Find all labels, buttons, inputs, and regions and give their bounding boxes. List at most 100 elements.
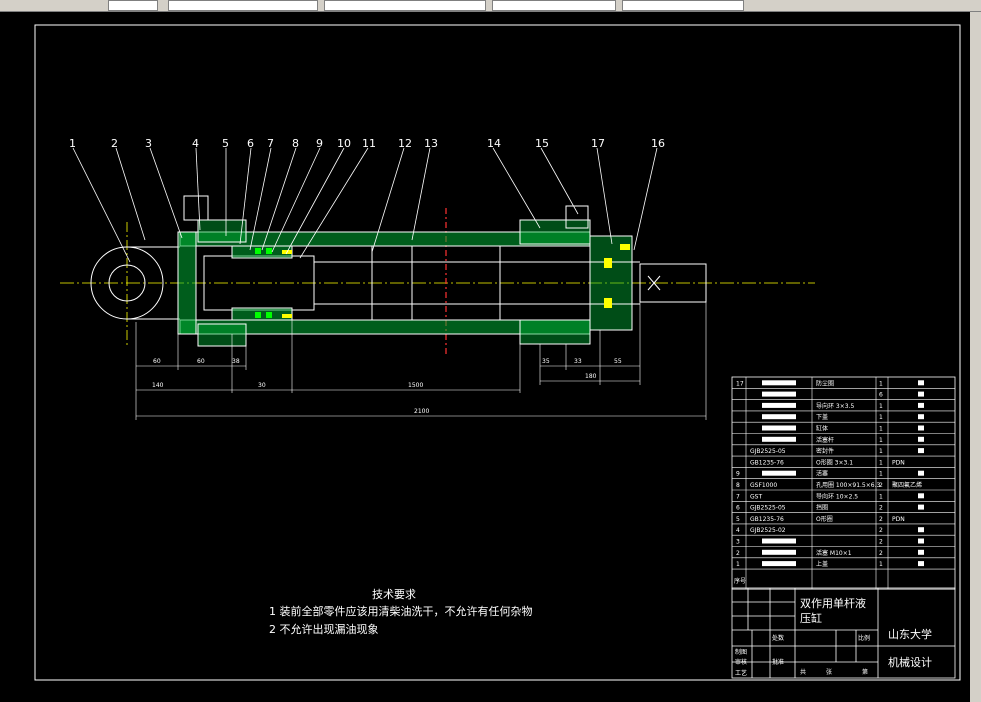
bom-cell-qty: 1	[879, 459, 883, 466]
bom-cell-name: 活塞杆	[816, 436, 834, 444]
bom-code-block	[762, 425, 796, 431]
title-block-text: 双作用单杆液 压缸 山东大学 机械设计 制图 审核 工艺 批准 处数 比例 共 …	[735, 596, 932, 677]
bom-cell-name: 活塞	[816, 470, 828, 478]
bom-mat-block	[918, 402, 924, 408]
bom-mat-block	[918, 527, 924, 533]
bom-cell-qty: 2	[879, 516, 883, 523]
course-name: 机械设计	[888, 655, 932, 669]
bom-cell-qty: 2	[879, 550, 883, 557]
bom-mat-block	[918, 538, 924, 544]
bom-cell-code: GJB2525-02	[750, 527, 786, 534]
label-gongyi: 工艺	[735, 669, 747, 677]
bom-mat-block	[918, 425, 924, 431]
bom-cell-qty: 1	[879, 471, 883, 478]
bom-code-block	[762, 380, 796, 386]
bom-code-block	[762, 470, 796, 476]
layer-dropdown[interactable]	[108, 0, 158, 11]
dim-60b: 60	[197, 358, 205, 365]
scrollbar-strip[interactable]	[970, 12, 981, 702]
bom-cell-qty: 1	[879, 426, 883, 433]
balloon-11: 11	[362, 137, 376, 150]
dim-30: 30	[258, 382, 266, 389]
bom-cell-name: 挡圈	[816, 504, 828, 512]
bom-mat-block	[918, 391, 924, 397]
bom-cell-name: 活塞 M10×1	[816, 549, 852, 557]
bom-cell-no: 6	[736, 505, 740, 512]
bom-cell-name: 孔用圈 100×91.5×6.3	[816, 481, 880, 489]
dim-60a: 60	[153, 358, 161, 365]
bom-cell-code: GJB2525-05	[750, 505, 786, 512]
bom-mat-block	[918, 380, 924, 386]
balloon-17: 17	[591, 137, 605, 150]
bom-code-block	[762, 436, 796, 442]
balloon-8: 8	[292, 137, 299, 150]
bom-mat-block	[918, 493, 924, 499]
bom-cell-no: 5	[736, 516, 740, 523]
bom-cell-code: GB1235-76	[750, 459, 784, 466]
university-name: 山东大学	[888, 627, 932, 641]
dim-1500: 1500	[408, 382, 423, 389]
plotstyle-dropdown[interactable]	[622, 0, 744, 11]
label-di: 第	[862, 668, 868, 676]
bom-mat-block	[918, 549, 924, 555]
dim-55: 55	[614, 358, 622, 365]
lineweight-dropdown[interactable]	[492, 0, 616, 11]
drawing-title-line1: 双作用单杆液	[800, 596, 866, 610]
bom-cell-no: 7	[736, 493, 740, 500]
bom-cell-name: O形圈	[816, 515, 833, 523]
bom-cell-qty: 1	[879, 380, 883, 387]
bom-cell-mat: PDN	[892, 459, 905, 466]
bom-cell-name: 缸体	[816, 425, 828, 433]
bom-cell-qty: 1	[879, 561, 883, 568]
bom-mat-block	[918, 470, 924, 476]
bom-cell-qty: 1	[879, 403, 883, 410]
bom-cell-no: 8	[736, 482, 740, 489]
technical-requirements: 技术要求 1 装前全部零件应该用清柴油洗干，不允许有任何杂物 2 不允许出现漏油…	[269, 588, 533, 636]
bom-mat-block	[918, 504, 924, 510]
label-shenhe: 审核	[735, 658, 747, 666]
dim-33: 33	[574, 358, 582, 365]
label-zhong: 共	[800, 668, 806, 676]
balloon-15: 15	[535, 137, 549, 150]
bom-cell-name: 上盖	[816, 560, 828, 568]
balloon-16: 16	[651, 137, 665, 150]
balloon-14: 14	[487, 137, 501, 150]
bom-cell-no: 17	[736, 380, 744, 387]
seals	[255, 244, 630, 318]
balloon-10: 10	[337, 137, 351, 150]
bom-mat-block	[918, 414, 924, 420]
bom-cell-name: 防尘圈	[816, 379, 834, 387]
color-dropdown[interactable]	[168, 0, 318, 11]
balloon-1: 1	[69, 137, 76, 150]
tech-req-title: 技术要求	[372, 588, 416, 601]
balloon-2: 2	[111, 137, 118, 150]
bom-cell-name: O形圈 3×3.1	[816, 458, 853, 466]
tech-req-item-2: 2 不允许出现漏油现象	[269, 622, 379, 636]
drawing-title-line2: 压缸	[800, 611, 822, 625]
label-pizhun: 批准	[772, 658, 784, 666]
label-bili: 比例	[858, 634, 870, 642]
bom-cell-qty: 1	[879, 437, 883, 444]
balloon-3: 3	[145, 137, 152, 150]
bom-cell-qty: 2	[879, 539, 883, 546]
dim-140: 140	[152, 382, 164, 389]
bom-code-block	[762, 391, 796, 397]
bom-cell-name: 导向环 3×3.5	[816, 402, 854, 410]
bom-cell-no: 3	[736, 539, 740, 546]
bom-cell-name: 密封件	[816, 447, 834, 455]
bom-table: 17 防尘圈 16导向环 3×3.5 1下盖 1缸体 1活塞杆 1GJB2525-05 密封件…	[731, 376, 956, 590]
bom-code-block	[762, 414, 796, 420]
bom-cell-qty: 2	[879, 527, 883, 534]
bom-cell-mat: 聚四氟乙烯	[892, 481, 922, 489]
bom-mat-block	[918, 561, 924, 567]
dim-38: 38	[232, 358, 240, 365]
bom-cell-qty: 2	[879, 482, 883, 489]
balloon-9: 9	[316, 137, 323, 150]
bom-cell-name: 导向环 10×2.5	[816, 492, 858, 500]
bom-cell-no: 2	[736, 550, 740, 557]
bom-cell-qty: 6	[879, 392, 883, 399]
label-dahao: 处数	[772, 634, 784, 642]
bom-cell-name: 下盖	[816, 413, 828, 421]
linetype-dropdown[interactable]	[324, 0, 486, 11]
bom-cell-qty: 1	[879, 448, 883, 455]
